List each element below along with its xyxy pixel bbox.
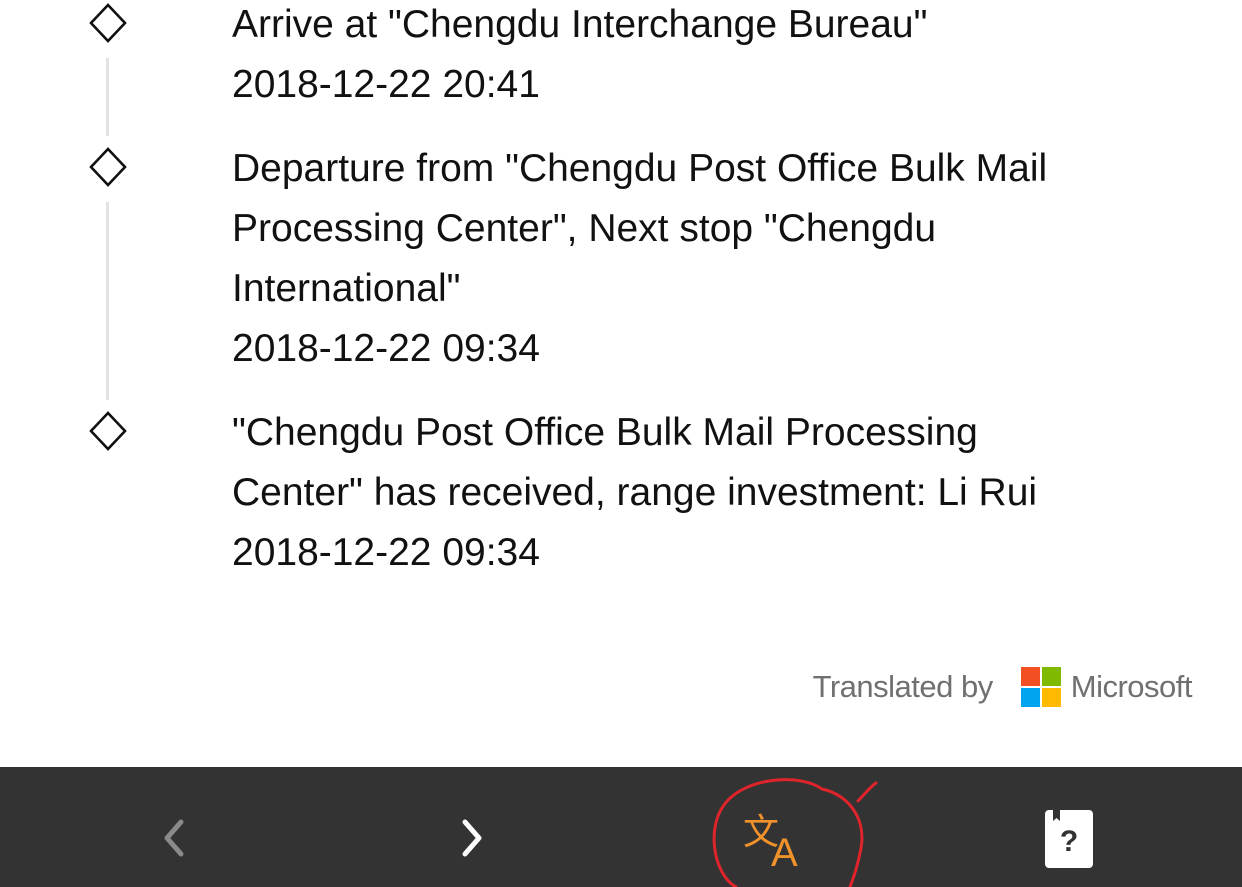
diamond-marker-icon	[89, 147, 127, 187]
translate-icon: 文 A	[743, 812, 798, 870]
help-button[interactable]: ?	[1044, 809, 1094, 869]
event-text: Arrive at "Chengdu Interchange Bureau" 2…	[232, 0, 1192, 115]
tracking-timeline: Arrive at "Chengdu Interchange Bureau" 2…	[0, 0, 1242, 620]
event-description: Arrive at "Chengdu Interchange Bureau"	[232, 3, 928, 46]
logo-square-red	[1020, 667, 1040, 686]
help-glyph: ?	[1060, 825, 1078, 858]
back-button[interactable]	[144, 803, 204, 873]
attribution-label: Translated by	[812, 669, 994, 704]
event-text: "Chengdu Post Office Bulk Mail Processin…	[232, 403, 1192, 583]
timeline-connector	[106, 202, 109, 400]
logo-square-yellow	[1041, 688, 1061, 707]
logo-square-green	[1041, 667, 1061, 686]
timeline-connector	[106, 58, 109, 136]
diamond-marker-icon	[89, 3, 127, 43]
event-description: Departure from "Chengdu Post Office Bulk…	[232, 147, 1048, 310]
brand-name: Microsoft	[1070, 669, 1193, 704]
forward-button[interactable]	[442, 803, 502, 873]
bottom-toolbar: 文 A ?	[0, 767, 1242, 887]
microsoft-logo-icon	[1020, 667, 1061, 707]
logo-square-blue	[1020, 688, 1040, 707]
diamond-marker-icon	[89, 411, 127, 451]
chevron-right-icon	[462, 819, 482, 857]
event-text: Departure from "Chengdu Post Office Bulk…	[232, 139, 1192, 379]
help-card-icon: ?	[1045, 810, 1093, 868]
chevron-left-icon	[164, 819, 184, 857]
event-timestamp: 2018-12-22 20:41	[232, 63, 540, 106]
event-timestamp: 2018-12-22 09:34	[232, 327, 540, 370]
event-description: "Chengdu Post Office Bulk Mail Processin…	[232, 411, 1038, 514]
event-timestamp: 2018-12-22 09:34	[232, 531, 540, 574]
translate-button[interactable]: 文 A	[730, 803, 814, 873]
translation-attribution: Translated by Microsoft	[812, 664, 1193, 710]
translate-glyph-latin: A	[771, 831, 798, 870]
